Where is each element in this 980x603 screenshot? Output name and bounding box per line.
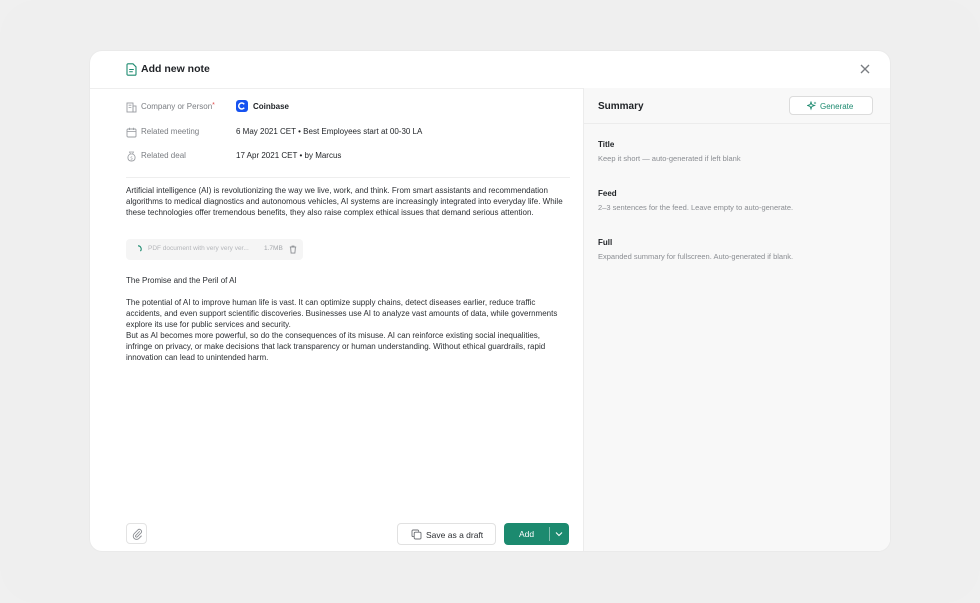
attach-button[interactable]: [126, 523, 147, 544]
modal-title: Add new note: [141, 63, 210, 75]
company-value[interactable]: Coinbase: [253, 102, 289, 111]
summary-feed-input[interactable]: 2–3 sentences for the feed. Leave empty …: [598, 203, 868, 212]
add-split-button: Add: [504, 523, 569, 545]
summary-title-label: Title: [598, 140, 615, 149]
meeting-date: 6 May 2021 CET: [236, 127, 296, 136]
backdrop: Add new note Company or Person* Coinbase…: [0, 0, 980, 603]
attachment-chip[interactable]: PDF document with very very ver... 1.7MB: [126, 239, 303, 260]
summary-panel: Summary Generate Title Keep it short — a…: [583, 88, 890, 551]
generate-button[interactable]: Generate: [789, 96, 873, 115]
summary-title: Summary: [598, 101, 644, 112]
trash-icon[interactable]: [289, 245, 297, 254]
add-button[interactable]: Add: [504, 523, 549, 545]
save-draft-button[interactable]: Save as a draft: [397, 523, 496, 545]
close-icon[interactable]: [858, 62, 872, 76]
deal-separator: •: [299, 151, 303, 160]
deal-date: 17 Apr 2021 CET: [236, 151, 298, 160]
meta-divider: [126, 177, 570, 178]
loading-spinner-icon: [137, 245, 142, 252]
meeting-row: Related meeting 6 May 2021 CET • Best Em…: [126, 126, 570, 140]
add-label: Add: [518, 529, 535, 539]
generate-label: Generate: [820, 102, 854, 111]
note-editor-panel: Company or Person* Coinbase Related meet…: [90, 89, 583, 551]
company-label: Company or Person*: [141, 102, 215, 111]
note-heading[interactable]: The Promise and the Peril of AI: [126, 275, 566, 286]
add-note-modal: Add new note Company or Person* Coinbase…: [90, 51, 890, 551]
note-paragraph[interactable]: The potential of AI to improve human lif…: [126, 297, 566, 331]
sparkle-icon: [807, 101, 817, 111]
deal-label: Related deal: [141, 151, 186, 160]
meeting-label: Related meeting: [141, 127, 200, 136]
meeting-separator: •: [298, 127, 301, 136]
building-icon: [126, 102, 137, 113]
summary-feed-label: Feed: [598, 189, 617, 198]
deal-value[interactable]: 17 Apr 2021 CET • by Marcus: [236, 151, 341, 160]
calendar-icon: [126, 127, 137, 138]
svg-text:$: $: [130, 155, 133, 161]
summary-full-input[interactable]: Expanded summary for fullscreen. Auto-ge…: [598, 252, 868, 261]
summary-full-label: Full: [598, 238, 613, 247]
required-mark: *: [212, 102, 215, 109]
add-options-button[interactable]: [550, 523, 569, 545]
money-bag-icon: $: [127, 151, 136, 162]
save-draft-label: Save as a draft: [426, 530, 484, 540]
attachment-name: PDF document with very very ver...: [148, 245, 249, 252]
meeting-title: Best Employees start at 00-30 LA: [303, 127, 423, 136]
paperclip-icon: [132, 528, 142, 540]
coinbase-logo: [236, 100, 248, 112]
copy-icon: [411, 529, 422, 540]
attachment-size: 1.7MB: [264, 245, 283, 252]
meeting-value[interactable]: 6 May 2021 CET • Best Employees start at…: [236, 127, 422, 136]
chevron-down-icon: [555, 532, 563, 537]
note-paragraph[interactable]: Artificial intelligence (AI) is revoluti…: [126, 185, 566, 219]
note-paragraph[interactable]: But as AI becomes more powerful, so do t…: [126, 330, 566, 364]
modal-header: Add new note: [90, 51, 890, 88]
summary-divider: [584, 123, 890, 124]
company-row: Company or Person* Coinbase: [126, 100, 570, 115]
note-icon: [126, 63, 137, 76]
deal-owner: by Marcus: [304, 151, 342, 160]
deal-row: $ Related deal 17 Apr 2021 CET • by Marc…: [126, 150, 570, 164]
summary-title-input[interactable]: Keep it short — auto-generated if left b…: [598, 154, 868, 163]
